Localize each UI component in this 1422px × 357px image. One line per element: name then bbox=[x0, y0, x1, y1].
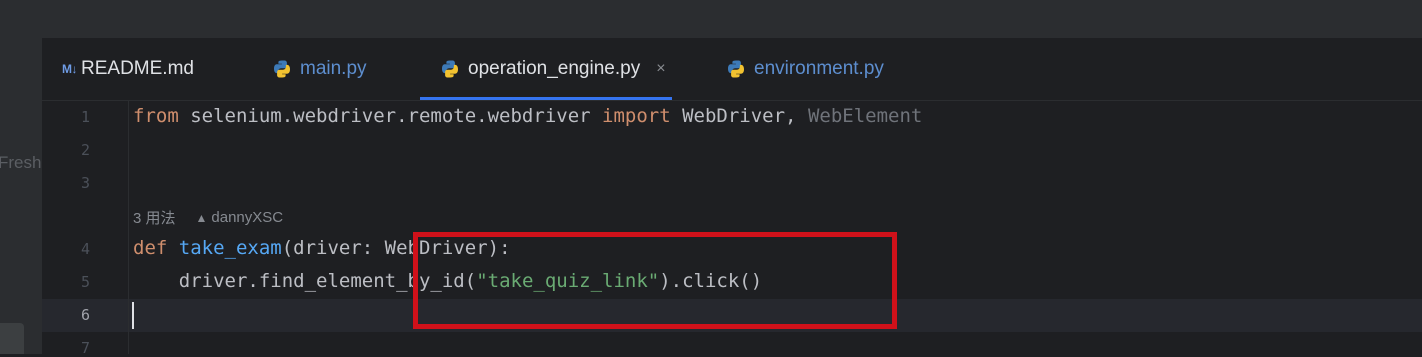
code-line-1: from selenium.webdriver.remote.webdriver… bbox=[133, 105, 922, 127]
tab-readme[interactable]: M↓ README.md bbox=[62, 38, 194, 100]
line-number: 4 bbox=[80, 240, 90, 258]
tab-environment-py[interactable]: environment.py bbox=[726, 38, 884, 100]
title-bar bbox=[0, 0, 1422, 38]
line-number: 7 bbox=[80, 339, 90, 357]
person-icon: ▲ bbox=[195, 210, 208, 225]
editor-tab-bar: M↓ README.md main.py operation_engine.py… bbox=[42, 38, 1422, 101]
gutter-separator bbox=[128, 101, 129, 354]
tab-label: README.md bbox=[81, 58, 194, 79]
python-icon bbox=[274, 60, 290, 78]
tab-label: operation_engine.py bbox=[468, 58, 641, 79]
python-icon bbox=[728, 60, 744, 78]
sidebar-handle[interactable] bbox=[0, 323, 24, 354]
usages-count[interactable]: 3 用法 bbox=[133, 207, 176, 228]
left-tool-strip: Fresh bbox=[0, 38, 42, 354]
tab-operation-engine-py[interactable]: operation_engine.py × bbox=[420, 38, 672, 100]
line-number: 2 bbox=[80, 141, 90, 159]
keyword-def: def bbox=[133, 237, 168, 259]
close-icon[interactable]: × bbox=[656, 60, 665, 78]
tab-label: environment.py bbox=[754, 58, 884, 79]
unused-import: WebElement bbox=[807, 105, 923, 127]
annotation-highlight-box bbox=[413, 232, 897, 329]
line-number: 3 bbox=[80, 174, 90, 192]
sidebar-partial-text: Fresh bbox=[0, 153, 42, 172]
python-icon bbox=[442, 60, 458, 78]
active-tab-underline bbox=[420, 97, 672, 100]
keyword-import: import bbox=[602, 105, 671, 127]
tab-label: main.py bbox=[300, 58, 367, 79]
imported-names: WebDriver, bbox=[670, 105, 808, 127]
module-path: selenium.webdriver.remote.webdriver bbox=[178, 105, 603, 127]
tab-main-py[interactable]: main.py bbox=[272, 38, 367, 100]
code-vision-hint[interactable]: 3 用法 ▲ dannyXSC bbox=[133, 207, 283, 228]
markdown-icon: M↓ bbox=[62, 62, 78, 76]
author-name[interactable]: dannyXSC bbox=[211, 209, 283, 226]
keyword-from: from bbox=[133, 105, 179, 127]
text-caret bbox=[132, 302, 134, 329]
line-number: 1 bbox=[80, 108, 90, 126]
function-name: take_exam bbox=[178, 237, 282, 259]
line-number-current: 6 bbox=[80, 306, 90, 324]
line-number: 5 bbox=[80, 273, 90, 291]
